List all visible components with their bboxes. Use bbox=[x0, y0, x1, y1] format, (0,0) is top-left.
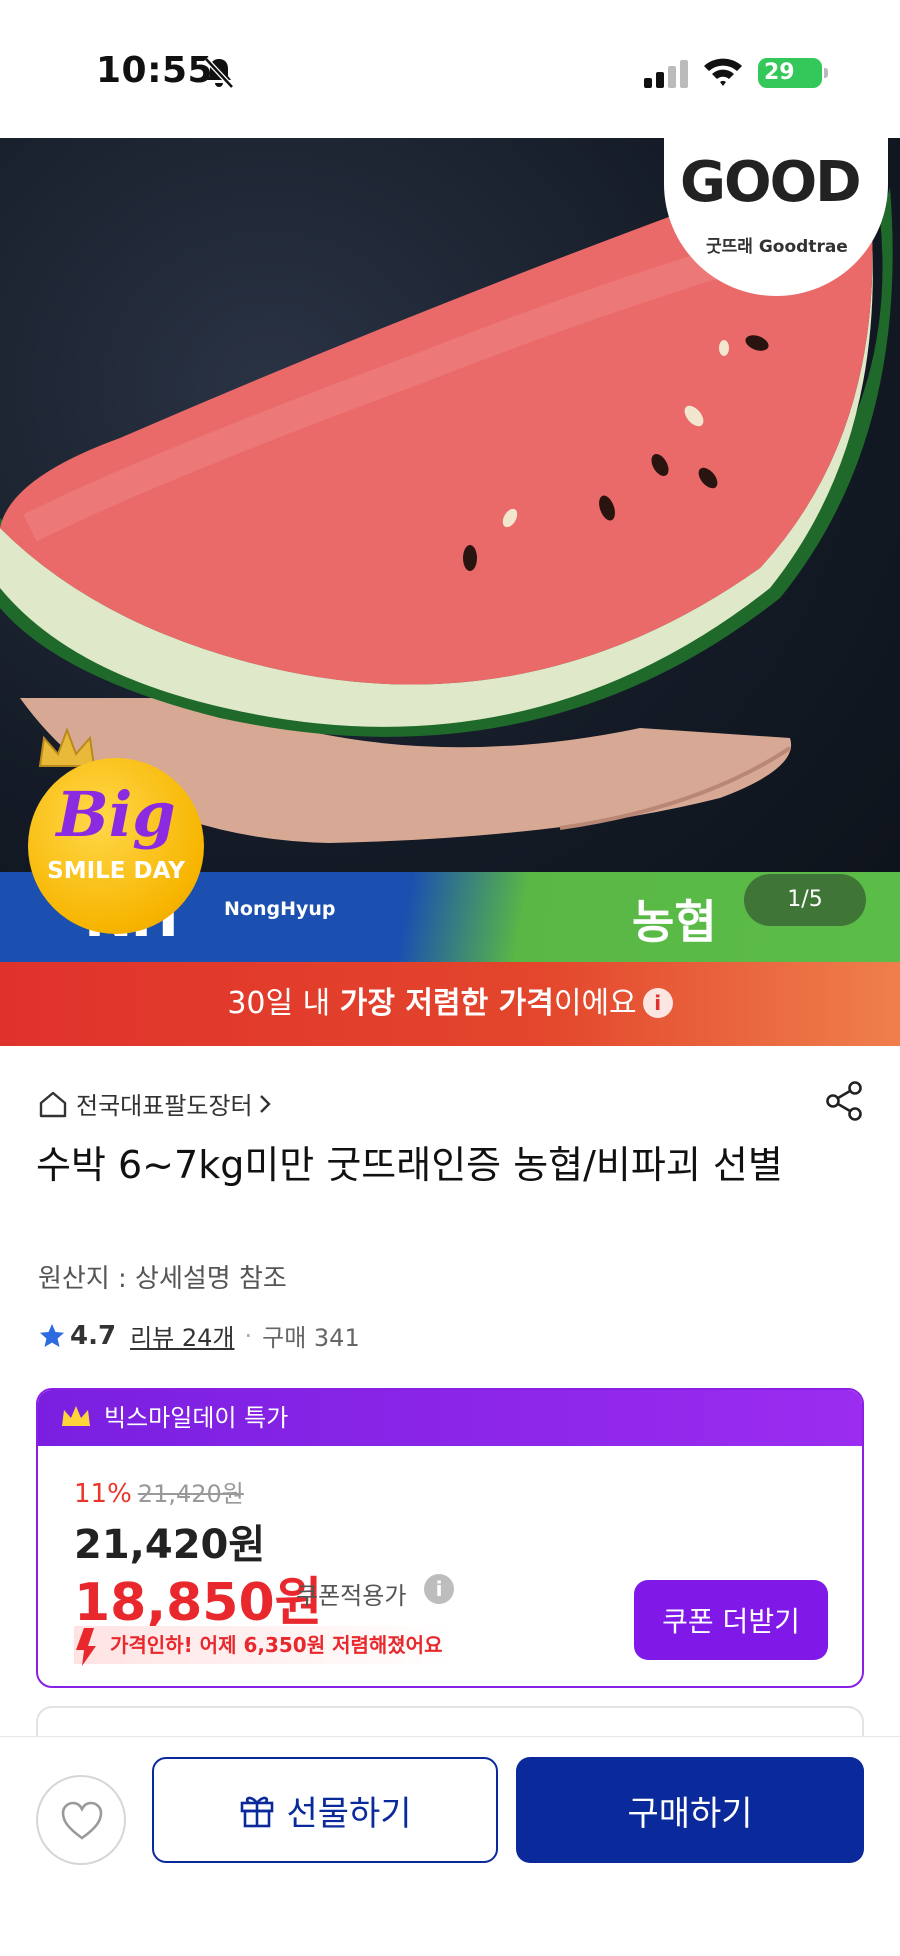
deal-header-label: 빅스마일데이 특가 bbox=[104, 1404, 289, 1432]
big-smile-deal-box: 빅스마일데이 특가 11% 21,420원 21,420원 18,850원 쿠폰적… bbox=[36, 1388, 864, 1688]
chevron-right-icon bbox=[259, 1094, 271, 1113]
gift-button-label: 선물하기 bbox=[286, 1793, 412, 1834]
purchase-count: 구매 341 bbox=[262, 1324, 360, 1352]
deal-header: 빅스마일데이 특가 bbox=[38, 1390, 862, 1446]
nonghyup-english: NongHyup bbox=[224, 898, 336, 920]
product-origin: 원산지 : 상세설명 참조 bbox=[38, 1264, 287, 1294]
store-name: 전국대표팔도장터 bbox=[76, 1092, 253, 1120]
share-icon[interactable] bbox=[824, 1080, 864, 1122]
status-time: 10:55 bbox=[96, 50, 214, 91]
price-down-arrow-icon bbox=[76, 1628, 96, 1666]
home-icon bbox=[39, 1091, 67, 1117]
big-smile-sub: SMILE DAY bbox=[47, 858, 185, 884]
rating-row: 4.7 리뷰 24개 · 구매 341 bbox=[38, 1318, 360, 1353]
gift-button[interactable]: 선물하기 bbox=[152, 1757, 498, 1863]
crown-icon bbox=[62, 1406, 90, 1426]
notice-prefix: 30일 내 bbox=[227, 986, 340, 1021]
original-price: 21,420원 bbox=[137, 1480, 244, 1508]
buy-button[interactable]: 구매하기 bbox=[516, 1757, 864, 1863]
coupon-price: 18,850원 bbox=[74, 1573, 323, 1633]
wishlist-button[interactable] bbox=[36, 1775, 126, 1865]
get-more-coupons-button[interactable]: 쿠폰 더받기 bbox=[634, 1580, 828, 1660]
notice-suffix: 이에요 bbox=[553, 986, 637, 1021]
cell-signal-icon bbox=[644, 60, 688, 88]
battery-icon: 29 bbox=[758, 58, 828, 88]
gift-icon bbox=[241, 1796, 274, 1828]
bottom-action-bar: 선물하기 구매하기 bbox=[0, 1736, 900, 1956]
coupon-price-label: 쿠폰적용가 bbox=[296, 1582, 407, 1610]
discount-percent: 11% bbox=[74, 1479, 132, 1509]
heart-icon bbox=[61, 1801, 103, 1840]
status-bar: 10:55 29 bbox=[0, 0, 900, 138]
separator-dot: · bbox=[244, 1321, 253, 1350]
battery-level: 29 bbox=[764, 60, 795, 85]
big-smile-big: Big bbox=[56, 778, 176, 851]
price-drop-text: 가격인하! 어제 6,350원 저렴해졌어요 bbox=[110, 1633, 443, 1657]
rating-value: 4.7 bbox=[70, 1320, 117, 1351]
info-icon[interactable]: i bbox=[642, 988, 673, 1018]
product-image-carousel[interactable]: GOOD 굿뜨래 Goodtrae NH NongHyup 농협 1/5 Big… bbox=[0, 138, 900, 962]
image-page-indicator: 1/5 bbox=[744, 874, 866, 926]
nonghyup-korean: 농협 bbox=[632, 895, 717, 949]
bell-off-icon bbox=[204, 57, 234, 89]
goodtrae-caption: 굿뜨래 Goodtrae bbox=[706, 237, 848, 257]
notice-highlight: 가장 저렴한 가격 bbox=[339, 986, 554, 1021]
info-icon[interactable]: i bbox=[424, 1574, 454, 1604]
big-smile-day-badge: Big SMILE DAY bbox=[28, 758, 204, 934]
lowest-price-notice[interactable]: 30일 내 가장 저렴한 가격이에요 i bbox=[0, 962, 900, 1046]
star-icon bbox=[40, 1323, 64, 1347]
wifi-icon bbox=[704, 58, 742, 86]
discount-row: 11% 21,420원 bbox=[74, 1474, 244, 1509]
price-drop-notice: 가격인하! 어제 6,350원 저렴해졌어요 bbox=[74, 1626, 455, 1666]
goodtrae-logo: GOOD bbox=[680, 150, 862, 215]
product-title: 수박 6~7kg미만 굿뜨래인증 농협/비파괴 선별 bbox=[36, 1143, 783, 1187]
reviews-link[interactable]: 리뷰 24개 bbox=[130, 1318, 234, 1353]
store-breadcrumb[interactable]: 전국대표팔도장터 bbox=[38, 1086, 273, 1121]
